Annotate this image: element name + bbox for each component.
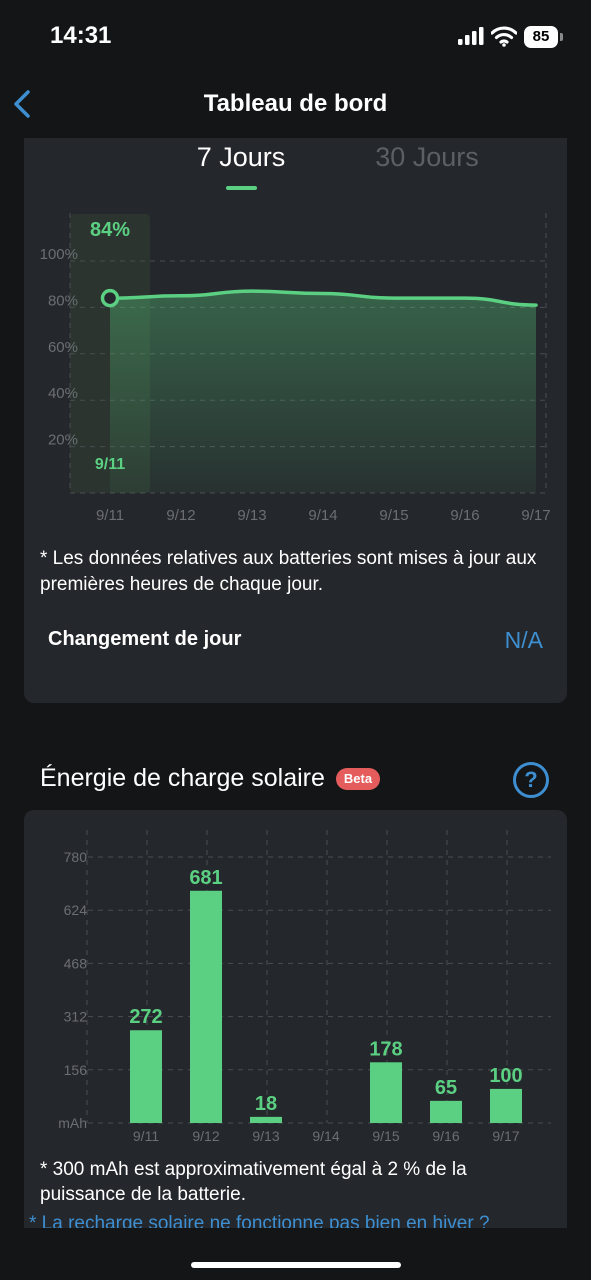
x-tick-label: 9/13 <box>252 1128 279 1144</box>
wifi-icon <box>491 26 517 47</box>
x-tick-label: 9/17 <box>492 1128 519 1144</box>
bar <box>370 1062 402 1123</box>
solar-section-title: Énergie de charge solaire <box>40 764 325 792</box>
question-circle-icon[interactable]: ? <box>513 762 549 798</box>
battery-area-fill <box>110 291 536 493</box>
bar <box>430 1100 462 1123</box>
x-tick-label: 9/11 <box>133 1128 159 1144</box>
y-tick-label: 624 <box>64 902 88 918</box>
y-tick-label: 100% <box>40 246 78 263</box>
bar-value-label: 178 <box>369 1038 402 1060</box>
y-tick-label: 60% <box>48 339 78 356</box>
y-tick-label: 780 <box>64 849 88 865</box>
y-tick-label: mAh <box>58 1115 87 1131</box>
solar-bar-chart: mAh 156 312 468 624 780 272 9/11 681 9/12 18 9/13 9/… <box>58 830 551 1144</box>
y-tick-label: 40% <box>48 385 78 402</box>
day-change-label: Changement de jour <box>48 628 242 650</box>
beta-badge: Beta <box>336 768 380 790</box>
bar-value-label: 272 <box>129 1006 162 1028</box>
selected-date-label: 9/11 <box>95 456 125 473</box>
bar-value-label: 100 <box>489 1065 522 1087</box>
x-tick-label: 9/15 <box>379 507 408 524</box>
bar-value-label: 18 <box>255 1093 277 1115</box>
x-tick-label: 9/14 <box>312 1128 339 1144</box>
nav-bar: Tableau de bord <box>0 78 591 134</box>
status-time: 14:31 <box>50 22 112 49</box>
y-tick-label: 80% <box>48 292 78 309</box>
battery-indicator: 85 <box>524 26 564 48</box>
selected-value-label: 84% <box>90 219 130 241</box>
home-indicator <box>191 1262 401 1268</box>
x-tick-label: 9/12 <box>166 507 195 524</box>
page-title: Tableau de bord <box>203 90 388 117</box>
x-tick-label: 9/11 <box>96 507 124 524</box>
bar-value-label: 65 <box>435 1077 457 1099</box>
bar <box>190 890 222 1123</box>
y-tick-label: 468 <box>64 955 88 971</box>
x-tick-label: 9/13 <box>237 507 266 524</box>
x-tick-label: 9/12 <box>192 1128 219 1144</box>
bar-value-label: 681 <box>189 867 222 889</box>
x-tick-label: 9/16 <box>450 507 479 524</box>
winter-charging-link[interactable]: * La recharge solaire ne fonctionne pas … <box>29 1213 490 1228</box>
y-tick-label: 156 <box>64 1062 88 1078</box>
battery-tip <box>560 33 563 41</box>
status-bar: 14:31 85 <box>0 0 591 70</box>
bar <box>250 1116 282 1123</box>
y-tick-label: 20% <box>48 432 78 449</box>
battery-line-chart: 20% 40% 60% 80% 100% 84% 9/11 9/11 9/12 9/13 9/14 9… <box>40 213 551 524</box>
selected-point-marker[interactable] <box>100 288 120 308</box>
y-tick-label: 312 <box>64 1009 88 1025</box>
battery-history-card: 7 Jours 30 Jours 20% 40% 60% 80% 100% 84% 9/11… <box>24 138 567 703</box>
cellular-signal-icon <box>458 27 484 45</box>
battery-footnote: * Les données relatives aux batteries so… <box>40 548 537 595</box>
day-change-value: N/A <box>504 627 543 653</box>
bar <box>130 1030 162 1123</box>
x-tick-label: 9/15 <box>372 1128 399 1144</box>
solar-energy-card: mAh 156 312 468 624 780 272 9/11 681 9/12 18 9/13 9/… <box>24 810 567 1228</box>
x-tick-label: 9/14 <box>308 507 337 524</box>
solar-footnote: * 300 mAh est approximativement égal à 2… <box>40 1159 467 1205</box>
x-tick-label: 9/17 <box>521 507 550 524</box>
battery-level: 85 <box>524 26 558 48</box>
x-tick-label: 9/16 <box>432 1128 459 1144</box>
bar <box>490 1088 522 1123</box>
